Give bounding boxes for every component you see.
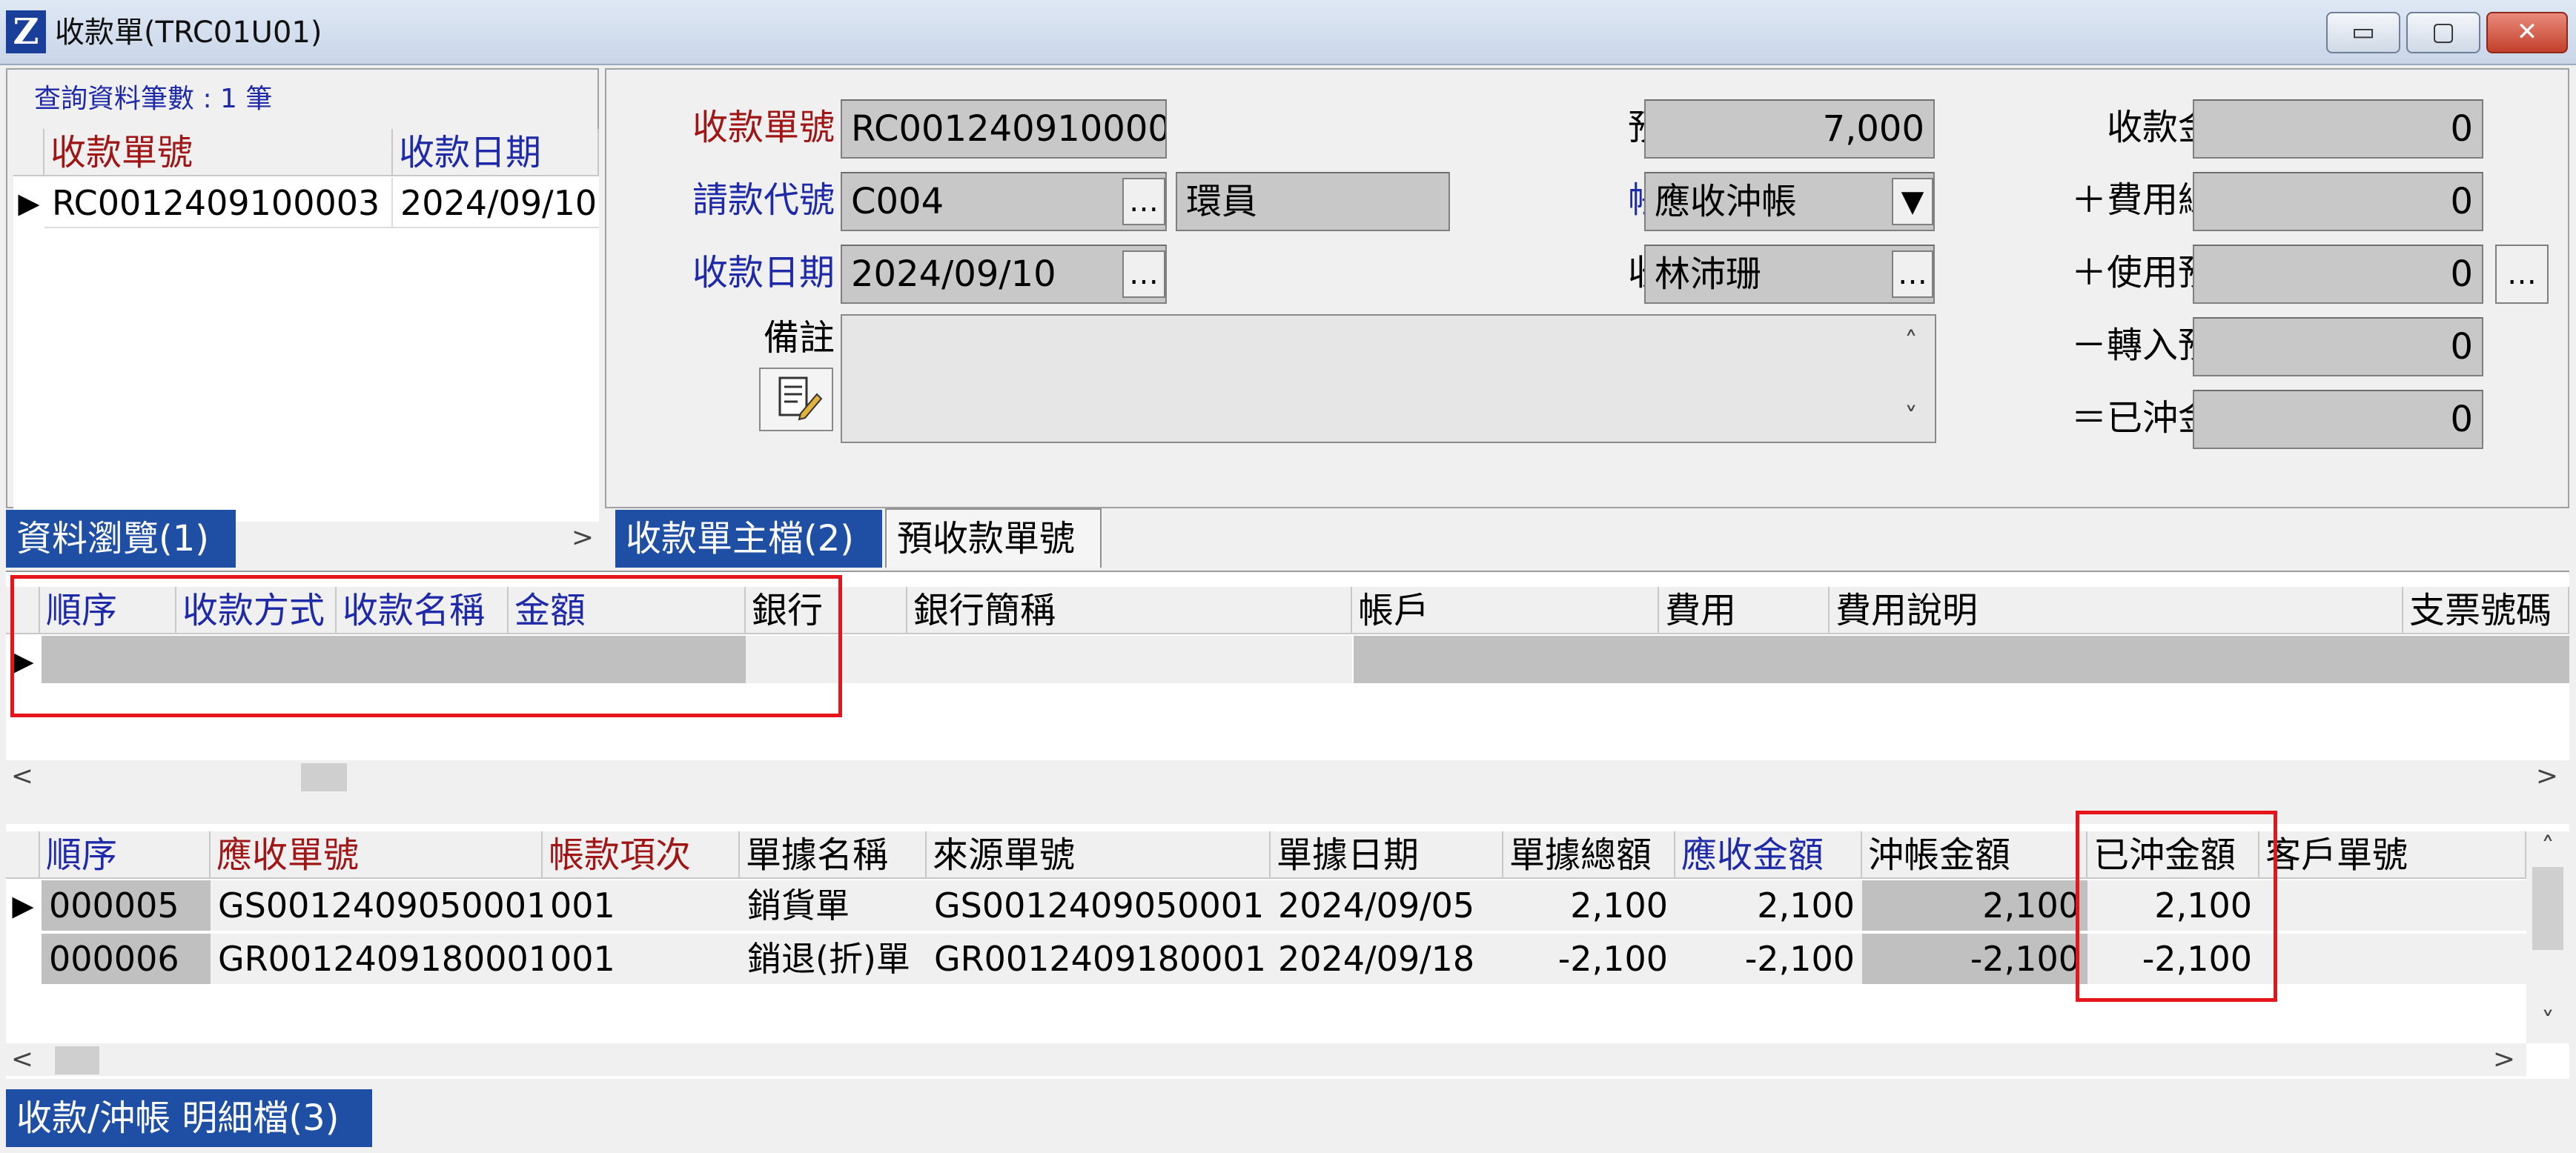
detail-cell-doc-name[interactable]: 銷退(折)單 [740, 934, 927, 984]
scroll-thumb[interactable] [2532, 867, 2563, 950]
note-scroll-up-icon[interactable]: ˄ [1895, 326, 1927, 359]
receipt-no-label: 收款單號 [692, 107, 835, 148]
prepaid-balance-field: 7,000 [1644, 99, 1935, 159]
detail-cell-seq[interactable]: 000006 [42, 934, 211, 984]
payment-col-account[interactable]: 帳戶 [1352, 587, 1659, 634]
detail-col-source-no[interactable]: 來源單號 [927, 831, 1271, 879]
scroll-up-icon[interactable]: ˄ [2532, 831, 2564, 864]
minimize-button[interactable]: ▭ [2326, 12, 2400, 53]
payment-col-fee-desc[interactable]: 費用說明 [1830, 587, 2403, 634]
detail-cell-offset-amount[interactable]: -2,100 [1862, 934, 2087, 984]
fee-total-field: 0 [2193, 172, 2483, 231]
window-title: 收款單(TRC01U01) [55, 16, 322, 50]
scroll-left-icon[interactable]: < [6, 760, 39, 793]
detail-col-customer-no[interactable]: 客戶單號 [2259, 831, 2526, 879]
detail-col-doc-name[interactable]: 單據名稱 [740, 831, 927, 879]
detail-cell-receivable-amount[interactable]: -2,100 [1675, 934, 1862, 984]
header-form-panel: 收款單號 RC0012409100003 請款代號 C004 … 環員 收款日期… [605, 68, 2569, 508]
browse-cell-receipt-no[interactable]: RC0012409100003 [44, 178, 393, 228]
row-indicator-header [13, 129, 44, 176]
detail-col-doc-total[interactable]: 單據總額 [1503, 831, 1675, 879]
detail-cell-source-no[interactable]: GS0012409050001 [927, 880, 1271, 931]
payment-hscrollbar[interactable]: < > [6, 760, 2569, 793]
browse-col-receipt-date[interactable]: 收款日期 [393, 129, 599, 176]
row-pointer-icon: ▶ [18, 187, 40, 219]
staff-lookup-button[interactable]: … [1892, 250, 1933, 298]
browse-panel: 查詢資料筆數 : 1 筆 收款單號 收款日期 ▶ RC0012409100003… [6, 68, 599, 554]
detail-cell-receivable-no[interactable]: GR0012409180001 [211, 934, 543, 984]
detail-col-receivable-no[interactable]: 應收單號 [211, 831, 543, 879]
detail-grid: 順序 應收單號 帳款項次 單據名稱 來源單號 單據日期 單據總額 應收金額 沖帳… [6, 811, 2569, 1079]
scroll-thumb[interactable] [301, 763, 347, 791]
transfer-prepaid-field: 0 [2193, 317, 2483, 376]
detail-vscrollbar[interactable]: ˄ ˅ [2526, 831, 2569, 1043]
offset-done-highlight-box [2076, 811, 2277, 1002]
scroll-right-icon[interactable]: > [2531, 760, 2563, 793]
billing-name-field: 環員 [1176, 172, 1450, 231]
receipt-date-label: 收款日期 [692, 252, 835, 293]
note-scroll-down-icon[interactable]: ˅ [1895, 402, 1927, 434]
row-pointer-icon: ▶ [12, 889, 34, 922]
scroll-left-icon[interactable]: < [6, 1043, 39, 1076]
detail-cell-offset-amount[interactable]: 2,100 [1862, 880, 2087, 931]
billing-code-label: 請款代號 [692, 179, 835, 221]
detail-cell-receivable-no[interactable]: GS0012409050001 [211, 880, 543, 931]
tab-receipt-offset-detail[interactable]: 收款/沖帳 明細檔(3) [6, 1089, 372, 1147]
billing-code-field[interactable]: C004 [841, 172, 1167, 231]
tab-browse[interactable]: 資料瀏覽(1) [6, 510, 236, 568]
edit-document-icon [778, 376, 823, 421]
payment-new-row-rest[interactable] [1354, 636, 2569, 683]
offset-amount-field: 0 [2193, 390, 2483, 449]
maximize-button[interactable]: ▢ [2406, 12, 2480, 53]
record-count-label: 查詢資料筆數 : 1 筆 [34, 84, 273, 114]
detail-cell-doc-name[interactable]: 銷貨單 [740, 880, 927, 931]
browse-grid: 收款單號 收款日期 ▶ RC0012409100003 2024/09/10 <… [13, 129, 599, 554]
note-textarea[interactable]: ˄ ˅ [841, 314, 1936, 443]
scroll-right-icon[interactable]: > [566, 522, 599, 554]
scroll-right-icon[interactable]: > [2488, 1043, 2520, 1076]
billing-code-lookup-button[interactable]: … [1122, 178, 1165, 225]
use-prepaid-lookup-button[interactable]: … [2495, 245, 2549, 304]
detail-cell-doc-date[interactable]: 2024/09/05 [1271, 880, 1503, 931]
detail-cell-item-no[interactable]: 001 [543, 880, 740, 931]
detail-cell-receivable-amount[interactable]: 2,100 [1675, 880, 1862, 931]
payment-grid: 順序 收款方式 收款名稱 金額 銀行 銀行簡稱 帳戶 費用 費用說明 支票號碼 … [6, 571, 2569, 793]
chevron-down-icon[interactable]: ▼ [1892, 178, 1933, 225]
title-bar: Z 收款單(TRC01U01) ▭ ▢ ✕ [0, 0, 2576, 65]
browse-cell-receipt-date[interactable]: 2024/09/10 [393, 178, 599, 228]
note-editor-button[interactable] [759, 368, 833, 431]
detail-cell-doc-total[interactable]: 2,100 [1503, 880, 1675, 931]
detail-col-seq[interactable]: 順序 [40, 831, 211, 879]
use-prepaid-field: 0 [2193, 245, 2483, 304]
row-indicator-header [6, 831, 40, 879]
note-label: 備註 [763, 317, 835, 359]
detail-cell-customer-no[interactable] [2259, 934, 2526, 984]
payment-highlight-box [10, 575, 842, 717]
scroll-down-icon[interactable]: ˅ [2532, 1006, 2564, 1039]
amount-field: 0 [2193, 99, 2483, 159]
detail-hscrollbar[interactable]: < > [6, 1043, 2526, 1076]
payment-col-bank-abbr[interactable]: 銀行簡稱 [907, 587, 1352, 634]
payment-col-check-no[interactable]: 支票號碼 [2403, 587, 2569, 634]
detail-cell-seq[interactable]: 000005 [42, 880, 211, 931]
detail-cell-source-no[interactable]: GR0012409180001 [927, 934, 1271, 984]
receipt-date-field[interactable]: 2024/09/10 [841, 245, 1167, 304]
browse-col-receipt-no[interactable]: 收款單號 [44, 129, 393, 176]
detail-col-doc-date[interactable]: 單據日期 [1271, 831, 1503, 879]
detail-cell-item-no[interactable]: 001 [543, 934, 740, 984]
tab-receipt-master[interactable]: 收款單主檔(2) [615, 510, 882, 568]
detail-cell-doc-date[interactable]: 2024/09/18 [1271, 934, 1503, 984]
detail-cell-customer-no[interactable] [2259, 880, 2526, 931]
detail-col-offset-amount[interactable]: 沖帳金額 [1862, 831, 2087, 879]
detail-col-receivable-amount[interactable]: 應收金額 [1675, 831, 1862, 879]
payment-col-fee[interactable]: 費用 [1659, 587, 1830, 634]
app-logo-icon: Z [6, 10, 46, 53]
receipt-date-picker-button[interactable]: … [1122, 250, 1165, 298]
tab-prepaid-receipt-no[interactable]: 預收款單號 [885, 508, 1102, 568]
detail-col-item-no[interactable]: 帳款項次 [543, 831, 740, 879]
scroll-thumb[interactable] [55, 1046, 99, 1074]
receipt-no-field[interactable]: RC0012409100003 [841, 99, 1167, 159]
close-button[interactable]: ✕ [2486, 12, 2568, 53]
detail-cell-doc-total[interactable]: -2,100 [1503, 934, 1675, 984]
